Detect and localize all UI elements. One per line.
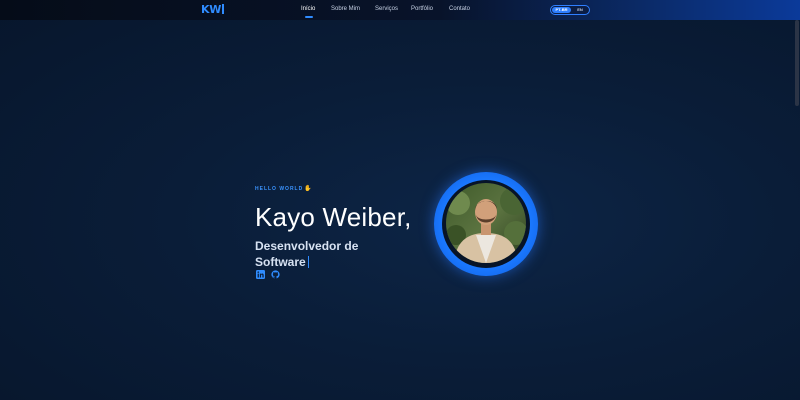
top-navbar: KW Início Sobre Mim Serviços Portfólio C… <box>0 0 800 20</box>
nav-link-sobre-mim[interactable]: Sobre Mim <box>331 6 360 12</box>
hero-name: Kayo Weiber, <box>255 202 412 232</box>
hero-role-line1: Desenvolvedor de <box>255 239 359 253</box>
github-icon[interactable] <box>271 270 280 279</box>
nav-link-inicio[interactable]: Início <box>301 6 315 18</box>
nav-link-servicos[interactable]: Serviços <box>375 6 398 12</box>
lang-option-pt-br[interactable]: PT-BR <box>552 7 571 13</box>
profile-photo-image <box>446 183 526 263</box>
language-toggle[interactable]: PT-BR EN <box>550 5 590 15</box>
hero-role: Desenvolvedor de Software <box>255 238 405 270</box>
page-scrollbar[interactable] <box>795 20 799 106</box>
nav-link-contato[interactable]: Contato <box>449 6 470 12</box>
logo-cursor <box>222 4 224 14</box>
linkedin-icon[interactable] <box>256 270 265 279</box>
typing-cursor <box>307 256 310 268</box>
hero-role-line2: Software <box>255 255 306 269</box>
lang-option-en[interactable]: EN <box>572 7 588 13</box>
avatar-ring <box>434 172 538 276</box>
avatar-photo <box>446 183 526 263</box>
nav-link-portfolio[interactable]: Portfólio <box>411 6 433 12</box>
waving-hand-icon: ✋ <box>304 186 312 192</box>
site-logo[interactable]: KW <box>201 3 224 16</box>
hero-eyebrow: HELLO WORLD <box>255 186 304 192</box>
